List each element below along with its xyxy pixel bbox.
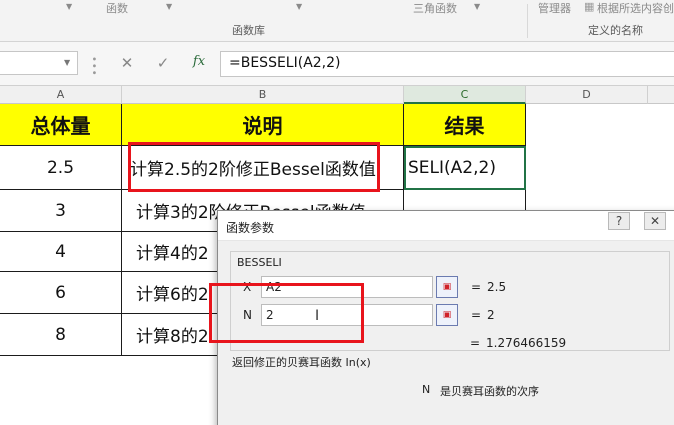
formula-result-equals: = bbox=[470, 336, 481, 350]
create-from-selection-icon[interactable]: ▦ bbox=[584, 0, 594, 13]
group-function-library-label: 函数库 bbox=[232, 24, 265, 37]
formula-input[interactable]: =BESSELI(A2,2) bbox=[220, 51, 674, 77]
collapse-dialog-icon[interactable]: ▣ bbox=[436, 276, 458, 298]
insert-function-icon[interactable]: fx bbox=[188, 54, 210, 74]
dropdown-arrow-icon[interactable]: ▼ bbox=[166, 2, 172, 11]
enter-icon[interactable]: ✓ bbox=[152, 54, 174, 74]
formula-bar: ▼ ••• ✕ ✓ fx =BESSELI(A2,2) bbox=[0, 42, 674, 86]
ribbon: ▼ 函数 ▼ ▼ 三角函数 ▼ 管理器 ▦ 根据所选内容创 函数库 定义的名称 bbox=[0, 0, 674, 42]
highlight-box-description bbox=[128, 142, 380, 192]
arg-help-text: 是贝赛耳函数的次序 bbox=[440, 385, 539, 398]
grip-dots-icon[interactable]: ••• bbox=[88, 56, 99, 77]
cell-a3[interactable]: 3 bbox=[0, 190, 122, 232]
arg-x-equals: = bbox=[471, 280, 482, 294]
cell-a4[interactable]: 4 bbox=[0, 232, 122, 272]
cell-a5[interactable]: 6 bbox=[0, 272, 122, 314]
header-cell-total[interactable]: 总体量 bbox=[0, 104, 122, 146]
arg-n-result: 2 bbox=[487, 308, 495, 322]
arg-help-name: N bbox=[422, 383, 431, 396]
help-button[interactable]: ? bbox=[608, 212, 630, 230]
dropdown-arrow-icon[interactable]: ▼ bbox=[66, 2, 72, 11]
function-description: 返回修正的贝赛耳函数 In(x) bbox=[232, 356, 371, 369]
ribbon-name-manager-button[interactable]: 管理器 bbox=[538, 0, 571, 16]
ribbon-separator bbox=[527, 4, 528, 38]
ribbon-trig-button[interactable]: 三角函数 bbox=[413, 0, 457, 16]
arg-x-result: 2.5 bbox=[487, 280, 507, 294]
ribbon-create-from-selection-button[interactable]: 根据所选内容创 bbox=[597, 0, 674, 16]
cancel-icon[interactable]: ✕ bbox=[116, 54, 138, 74]
dialog-title: 函数参数 bbox=[226, 221, 275, 235]
chevron-down-icon[interactable]: ▼ bbox=[64, 58, 70, 67]
cell-a6[interactable]: 8 bbox=[0, 314, 122, 356]
column-header-a[interactable]: A bbox=[0, 86, 122, 104]
excel-window: ▼ 函数 ▼ ▼ 三角函数 ▼ 管理器 ▦ 根据所选内容创 函数库 定义的名称 … bbox=[0, 0, 674, 425]
column-header-e[interactable] bbox=[648, 86, 674, 104]
arg-n-equals: = bbox=[471, 308, 482, 322]
column-header-b[interactable]: B bbox=[122, 86, 404, 104]
formula-result-value: 1.276466159 bbox=[486, 336, 567, 350]
cell-c2-editing[interactable]: SELI(A2,2) bbox=[404, 146, 526, 190]
header-cell-description[interactable]: 说明 bbox=[122, 104, 404, 146]
close-icon[interactable]: ✕ bbox=[644, 212, 666, 230]
cell-a2[interactable]: 2.5 bbox=[0, 146, 122, 190]
header-cell-result[interactable]: 结果 bbox=[404, 104, 526, 146]
dropdown-arrow-icon[interactable]: ▼ bbox=[474, 2, 480, 11]
collapse-dialog-icon[interactable]: ▣ bbox=[436, 304, 458, 326]
dialog-titlebar[interactable]: 函数参数 ? ✕ bbox=[218, 211, 674, 241]
highlight-box-arg-n bbox=[209, 283, 364, 343]
column-header-c[interactable]: C bbox=[404, 86, 526, 104]
dropdown-arrow-icon[interactable]: ▼ bbox=[296, 2, 302, 11]
group-defined-names-label: 定义的名称 bbox=[588, 24, 643, 37]
column-header-d[interactable]: D bbox=[526, 86, 648, 104]
function-name: BESSELI bbox=[237, 256, 282, 269]
ribbon-functions-button[interactable]: 函数 bbox=[106, 0, 128, 16]
